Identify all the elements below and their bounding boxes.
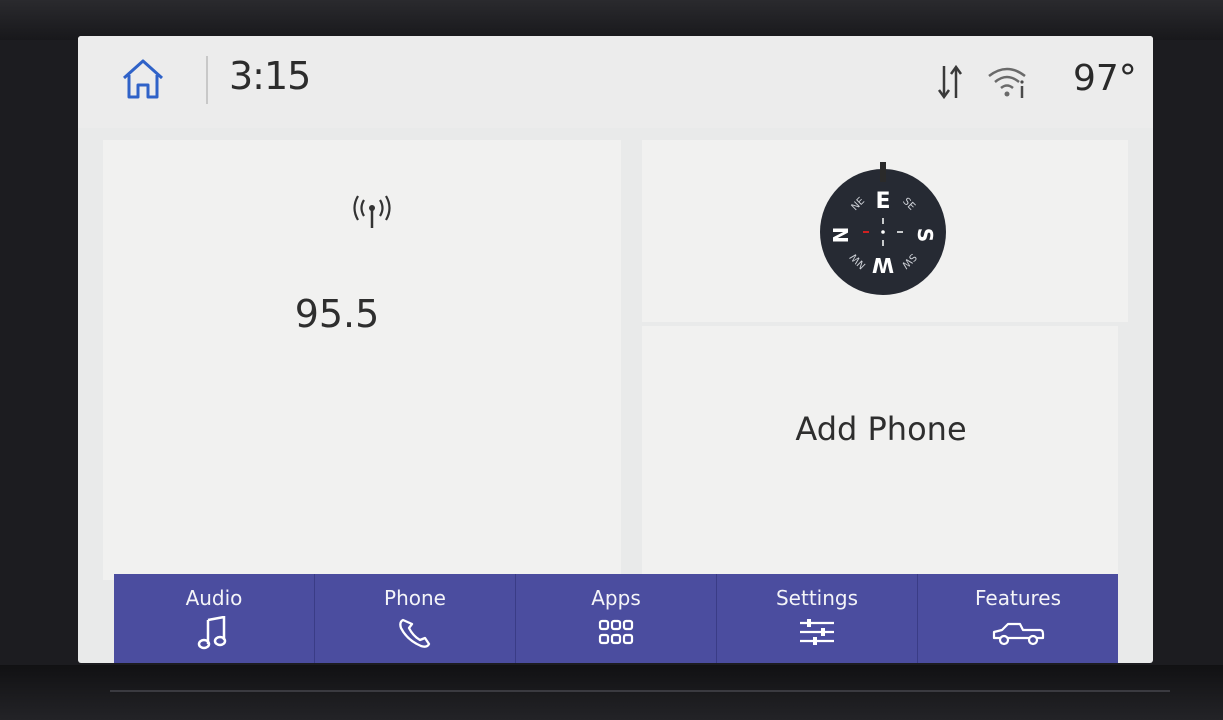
screen-bezel-top: [0, 0, 1223, 40]
dashboard-trim: [110, 690, 1170, 692]
status-bar: 3:15 97°: [78, 36, 1153, 128]
home-button[interactable]: [118, 56, 168, 102]
nav-settings-label: Settings: [775, 586, 859, 610]
compass-tile: E N S W NE SE SW NW: [642, 140, 1128, 322]
nav-apps[interactable]: Apps: [516, 574, 717, 663]
home-icon: [122, 59, 164, 99]
add-phone-label: Add Phone: [795, 410, 967, 448]
sliders-icon: [800, 619, 834, 645]
apps-grid-icon: [598, 619, 634, 645]
compass-heading-label: E: [875, 189, 890, 214]
phone-icon: [399, 618, 431, 648]
bottom-nav-bar: Audio Phone Apps Settings Features: [114, 574, 1118, 663]
add-phone-tile[interactable]: Add Phone: [642, 326, 1118, 576]
clock: 3:15: [229, 54, 311, 98]
nav-phone[interactable]: Phone: [315, 574, 516, 663]
status-divider: [206, 56, 208, 104]
nav-apps-label: Apps: [591, 586, 641, 610]
compass-icon: E N S W NE SE SW NW: [820, 162, 946, 295]
nav-features[interactable]: Features: [918, 574, 1118, 663]
wifi-icon: [988, 67, 1026, 98]
radio-antenna-icon: [353, 195, 391, 228]
compass-label-n: N: [829, 227, 853, 244]
truck-icon: [992, 622, 1045, 646]
screen-bezel-bottom: [0, 665, 1223, 720]
radio-frequency: 95.5: [294, 292, 380, 336]
compass-label-s: S: [913, 228, 937, 242]
nav-audio-label: Audio: [185, 586, 243, 610]
nav-phone-label: Phone: [384, 586, 446, 610]
data-transfer-icon: [937, 64, 963, 100]
compass-label-w: W: [872, 253, 894, 277]
nav-features-label: Features: [975, 586, 1061, 610]
music-note-icon: [197, 616, 227, 650]
outside-temperature: 97°: [1073, 58, 1137, 99]
radio-tile[interactable]: 95.5: [103, 140, 621, 580]
nav-settings[interactable]: Settings: [717, 574, 918, 663]
infotainment-screen: 3:15 97° 95.5 E N S W NE SE SW NW Add Ph…: [78, 36, 1153, 663]
nav-audio[interactable]: Audio: [114, 574, 315, 663]
